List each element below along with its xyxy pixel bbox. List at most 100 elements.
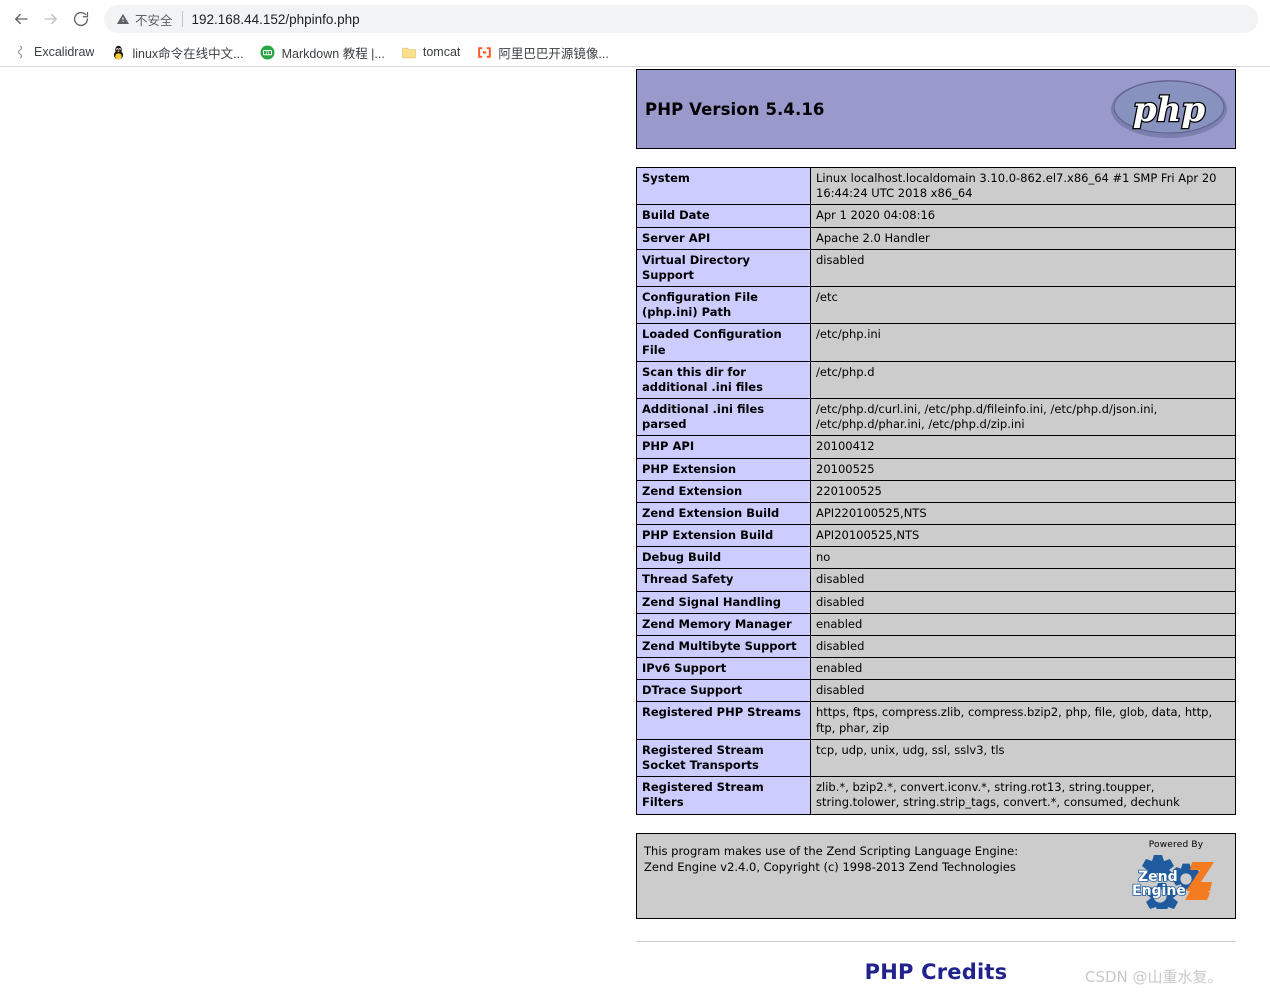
row-value: enabled: [810, 612, 1236, 636]
row-value: API20100525,NTS: [810, 524, 1236, 548]
bookmark-label: Excalidraw: [34, 45, 95, 59]
csdn-watermark: CSDN @山重水复。: [1085, 968, 1223, 986]
row-label: Registered Stream Filters: [636, 776, 811, 815]
row-value: disabled: [810, 568, 1236, 592]
table-row: Configuration File (php.ini) Path/etc: [636, 286, 1236, 325]
bookmark-label: Markdown 教程 |...: [281, 46, 385, 61]
row-value: Apr 1 2020 04:08:16: [810, 204, 1236, 228]
row-label: Additional .ini files parsed: [636, 398, 811, 437]
phpinfo-core-table: System Linux localhost.localdomain 3.10.0…: [636, 166, 1236, 815]
bookmark-label: tomcat: [422, 45, 461, 59]
table-row: DTrace Support disabled: [636, 679, 1236, 703]
table-row: Zend Signal Handling disabled: [636, 590, 1236, 614]
phpinfo-table-body: System Linux localhost.localdomain 3.10.0…: [636, 166, 1236, 815]
row-label: Loaded Configuration File: [636, 323, 811, 362]
row-label: IPv6 Support: [636, 657, 811, 681]
row-value: /etc/php.d: [810, 360, 1236, 400]
address-bar[interactable]: 不安全 192.168.44.152/phpinfo.php: [104, 5, 1258, 33]
row-label: PHP API: [636, 435, 811, 459]
bookmark-linux-commands[interactable]: linux命令在线中文...: [102, 41, 251, 63]
row-label: Thread Safety: [636, 568, 811, 592]
row-value: disabled: [810, 590, 1236, 614]
aliyun-bracket-icon: [476, 44, 492, 60]
row-label: PHP Extension: [636, 457, 811, 481]
row-label: Zend Signal Handling: [636, 590, 811, 614]
row-value: /etc/php.ini: [810, 323, 1236, 362]
bookmark-markdown[interactable]: Markdown 教程 |...: [252, 41, 393, 63]
table-row: IPv6 Support enabled: [636, 657, 1236, 681]
row-label: Configuration File (php.ini) Path: [636, 286, 811, 325]
table-row: Build Date Apr 1 2020 04:08:16: [636, 204, 1236, 228]
page-viewport: PHP Version 5.4.16 php System Linux local…: [0, 67, 1270, 995]
row-label: Server API: [636, 226, 811, 250]
excalidraw-icon: [12, 44, 28, 60]
table-row: Zend Memory Manager enabled: [636, 612, 1236, 636]
zend-credits-line-1: This program makes use of the Zend Scrip…: [644, 843, 1019, 858]
arrow-right-icon: [42, 10, 60, 28]
reload-button[interactable]: [66, 4, 96, 34]
svg-text:Engine: Engine: [1132, 883, 1186, 899]
table-row: Zend Extension 220100525: [636, 479, 1236, 503]
table-row: Loaded Configuration File/etc/php.ini: [636, 323, 1236, 362]
zend-credits-line-2: Zend Engine v2.4.0, Copyright (c) 1998-2…: [644, 859, 1016, 874]
arrow-left-icon: [12, 10, 30, 28]
table-row: Registered Stream Filters zlib.*, bzip2.*…: [636, 776, 1236, 815]
row-value: 20100412: [810, 435, 1236, 459]
row-label: Debug Build: [636, 546, 811, 570]
row-value: Apache 2.0 Handler: [810, 226, 1236, 250]
zend-logo-block: Powered By Zend Engine: [1123, 839, 1229, 913]
table-row: Registered PHP Streams https, ftps, compr…: [636, 701, 1236, 740]
row-label: Zend Memory Manager: [636, 612, 811, 636]
zend-credits-text: This program makes use of the Zend Scrip…: [644, 840, 1018, 876]
row-value: disabled: [810, 634, 1236, 659]
browser-toolbar: 不安全 192.168.44.152/phpinfo.php: [0, 0, 1270, 38]
powered-by-label: Powered By: [1148, 839, 1204, 850]
omnibox-divider: [181, 11, 183, 27]
table-row: PHP Extension 20100525: [636, 457, 1236, 481]
table-row: Additional .ini files parsed/etc/php.d/c…: [636, 398, 1236, 437]
svg-text:php: php: [1133, 90, 1205, 130]
zend-engine-2-logo: Zend Engine: [1123, 851, 1229, 913]
row-value: /etc/php.d/curl.ini, /etc/php.d/fileinfo…: [810, 398, 1236, 437]
table-row: Zend Multibyte Support disabled: [636, 634, 1236, 659]
row-label: Build Date: [636, 204, 811, 228]
reload-icon: [72, 10, 90, 28]
row-value: /etc: [810, 286, 1236, 325]
php-logo: php: [1109, 77, 1229, 141]
bookmark-excalidraw[interactable]: Excalidraw: [4, 41, 102, 63]
table-row: PHP Extension Build API20100525,NTS: [636, 524, 1236, 548]
url-text[interactable]: 192.168.44.152/phpinfo.php: [192, 12, 1246, 27]
table-row: PHP API 20100412: [636, 435, 1236, 459]
row-label: DTrace Support: [636, 679, 811, 703]
row-value: disabled: [810, 679, 1236, 703]
phpinfo-document: PHP Version 5.4.16 php System Linux local…: [636, 69, 1236, 984]
row-value: tcp, udp, unix, udg, ssl, sslv3, tls: [810, 738, 1236, 778]
row-label: Scan this dir for additional .ini files: [636, 360, 811, 400]
table-row: Server API Apache 2.0 Handler: [636, 226, 1236, 250]
table-row: Registered Stream Socket Transports tcp, …: [636, 738, 1236, 778]
table-row: Scan this dir for additional .ini files /…: [636, 360, 1236, 400]
row-label: Registered PHP Streams: [636, 701, 811, 740]
row-value: Linux localhost.localdomain 3.10.0-862.e…: [810, 166, 1236, 206]
bookmark-tomcat[interactable]: tomcat: [393, 41, 469, 63]
table-row: Debug Build no: [636, 546, 1236, 570]
security-label: 不安全: [135, 13, 173, 28]
row-value: https, ftps, compress.zlib, compress.bzi…: [810, 701, 1236, 740]
row-value: disabled: [810, 248, 1236, 288]
row-value: 220100525: [810, 479, 1236, 503]
row-label: Zend Extension: [636, 479, 811, 503]
tux-penguin-icon: [110, 44, 126, 60]
row-label: Zend Multibyte Support: [636, 634, 811, 659]
forward-button[interactable]: [36, 4, 66, 34]
phpinfo-header-banner: PHP Version 5.4.16 php: [636, 69, 1236, 149]
bookmark-aliyun-mirror[interactable]: 阿里巴巴开源镜像...: [468, 41, 616, 63]
table-row: System Linux localhost.localdomain 3.10.0…: [636, 166, 1236, 206]
markdown-icon: [260, 44, 276, 60]
row-value: enabled: [810, 657, 1236, 681]
table-row: Virtual Directory Support disabled: [636, 248, 1236, 288]
folder-icon: [401, 44, 417, 60]
back-button[interactable]: [6, 4, 36, 34]
table-row: Thread Safety disabled: [636, 568, 1236, 592]
warning-triangle-icon[interactable]: [116, 12, 130, 26]
row-value: 20100525: [810, 457, 1236, 481]
